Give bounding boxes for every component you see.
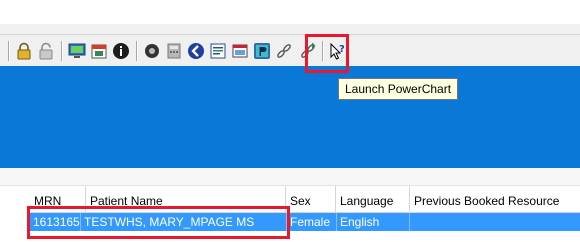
padlock-icon[interactable] [14, 41, 34, 61]
calendar-icon[interactable] [89, 41, 109, 61]
pill-icon[interactable] [142, 41, 162, 61]
calculator-icon[interactable] [164, 41, 184, 61]
title-bar [0, 0, 580, 25]
unlock-icon[interactable] [36, 41, 56, 61]
cell-sex: Female [287, 213, 337, 231]
schedule-icon[interactable] [230, 41, 250, 61]
toolbar-separator [61, 41, 62, 61]
menu-bar [0, 24, 580, 35]
toolbar: ? [0, 35, 580, 67]
blue-content-panel [0, 66, 580, 168]
patient-row-highlight-box [27, 206, 290, 239]
cell-previous-booked-resource [410, 213, 580, 231]
grid-top-band [0, 168, 580, 186]
tooltip: Launch PowerChart [338, 78, 459, 100]
powerchart-icon[interactable] [252, 41, 272, 61]
toolbar-separator [136, 41, 137, 61]
column-header-language[interactable]: Language [336, 186, 410, 212]
monitor-icon[interactable] [67, 41, 87, 61]
notepad-icon[interactable] [208, 41, 228, 61]
powerchart-highlight-box [305, 34, 349, 73]
column-header-previous-booked-resource[interactable]: Previous Booked Resource [410, 186, 580, 212]
toolbar-separator [8, 41, 9, 61]
link-icon[interactable] [274, 41, 294, 61]
info-icon[interactable] [111, 41, 131, 61]
column-header-sex[interactable]: Sex [286, 186, 336, 212]
cell-language: English [337, 213, 410, 231]
back-arrow-icon[interactable] [186, 41, 206, 61]
